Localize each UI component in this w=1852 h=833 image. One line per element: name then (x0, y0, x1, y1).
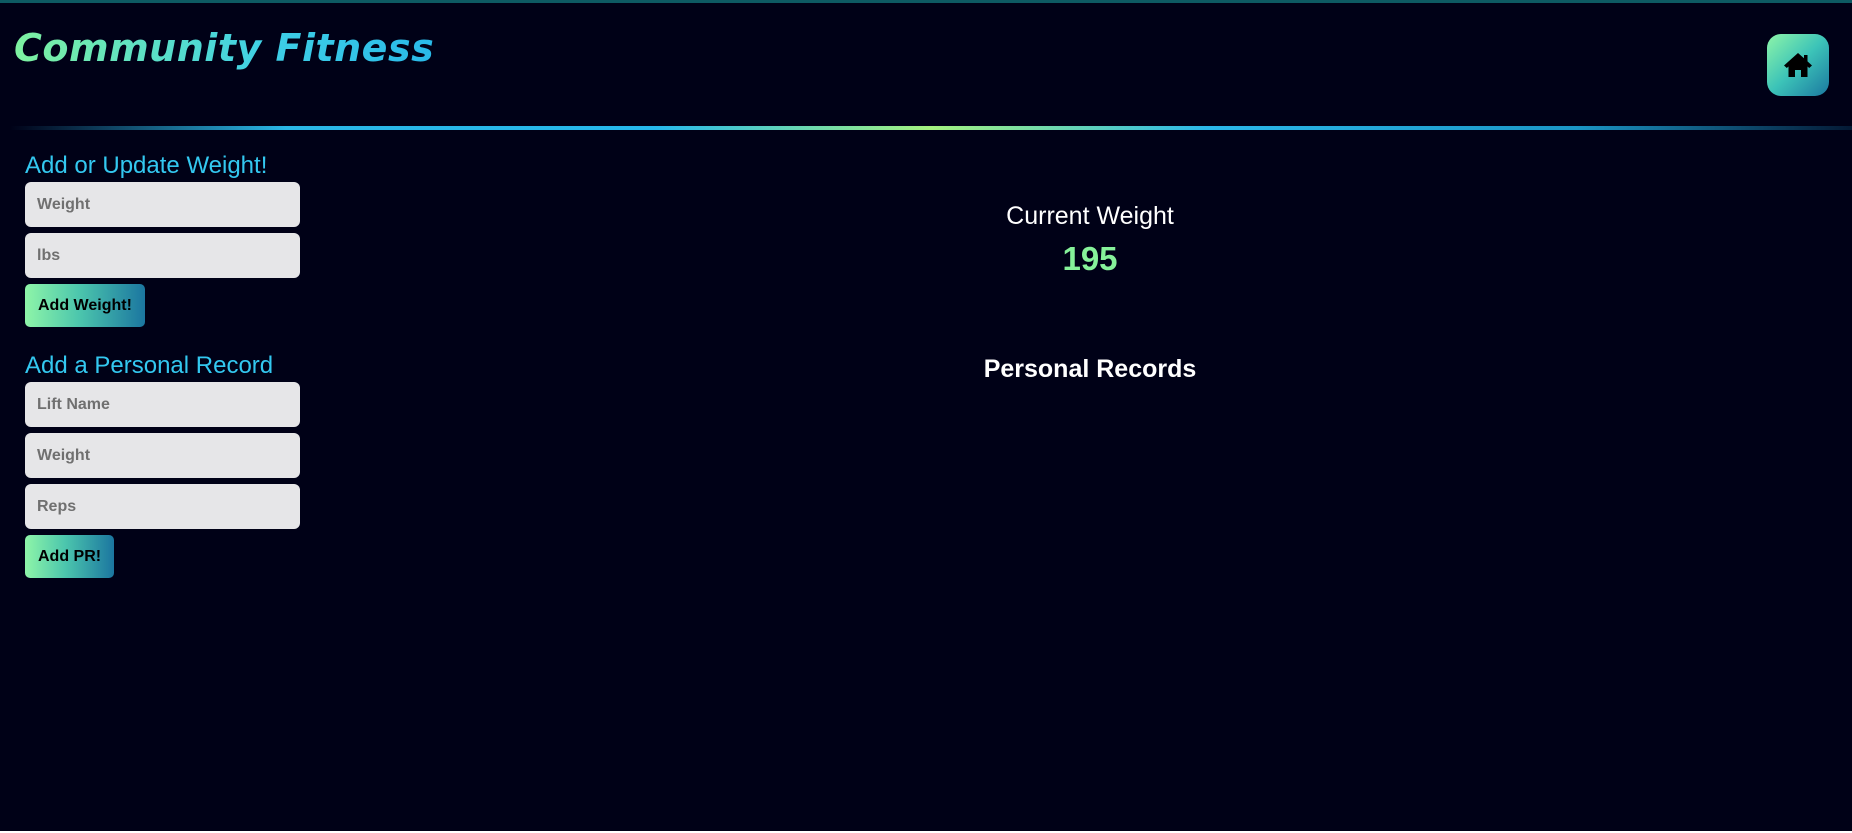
weight-form-heading: Add or Update Weight! (25, 152, 268, 179)
lift-name-input[interactable] (25, 382, 300, 427)
home-button[interactable] (1767, 34, 1829, 96)
current-weight-label: Current Weight (1006, 202, 1174, 230)
pr-weight-input[interactable] (25, 433, 300, 478)
header-divider (10, 126, 1852, 130)
site-title: Community Fitness (14, 26, 435, 70)
home-icon (1784, 53, 1812, 77)
add-weight-button[interactable]: Add Weight! (25, 284, 145, 327)
current-weight-value: 195 (1062, 240, 1118, 277)
top-border (0, 0, 1852, 3)
personal-records-heading: Personal Records (983, 355, 1197, 383)
add-pr-button[interactable]: Add PR! (25, 535, 115, 578)
reps-input[interactable] (25, 484, 300, 529)
pr-form-heading: Add a Personal Record (25, 352, 274, 379)
weight-unit-input[interactable] (25, 233, 300, 278)
weight-input[interactable] (25, 182, 300, 227)
